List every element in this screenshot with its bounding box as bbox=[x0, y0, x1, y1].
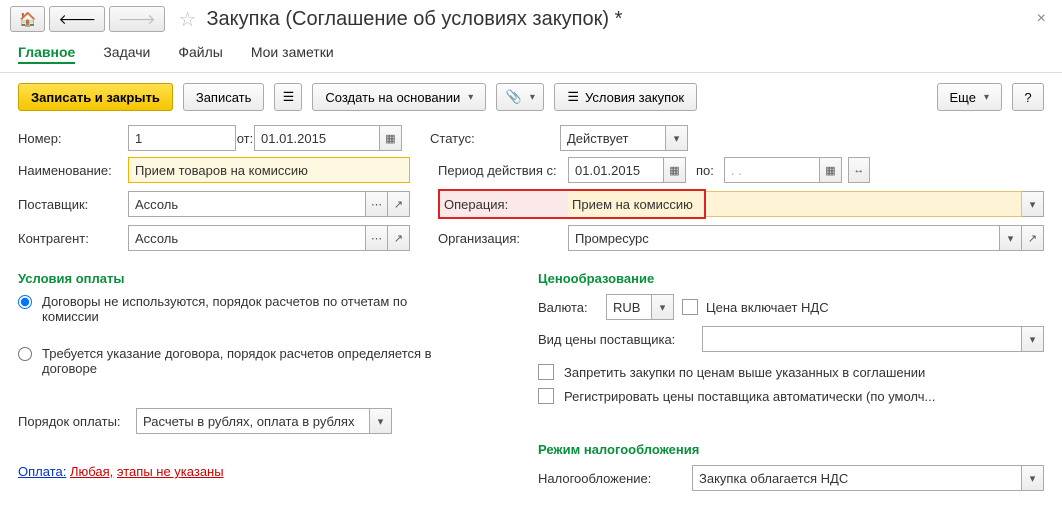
chevron-down-icon[interactable]: ▾ bbox=[666, 125, 688, 151]
tab-files[interactable]: Файлы bbox=[178, 42, 222, 64]
pricetype-select[interactable] bbox=[702, 326, 1022, 352]
operation-value: Прием на комиссию bbox=[568, 189, 706, 219]
number-input[interactable]: 1 bbox=[128, 125, 236, 151]
payment-stages-link[interactable]: этапы не указаны bbox=[117, 464, 224, 479]
close-button[interactable]: × bbox=[1031, 10, 1052, 28]
supplier-label: Поставщик: bbox=[18, 197, 128, 212]
currency-label: Валюта: bbox=[538, 300, 598, 315]
period-from-input[interactable]: 01.01.2015 bbox=[568, 157, 664, 183]
open-icon[interactable]: ↗ bbox=[388, 225, 410, 251]
tab-notes[interactable]: Мои заметки bbox=[251, 42, 334, 64]
name-input[interactable]: Прием товаров на комиссию bbox=[128, 157, 410, 183]
operation-select-ext[interactable] bbox=[706, 191, 1022, 217]
supplier-input[interactable]: Ассоль bbox=[128, 191, 366, 217]
tax-label: Налогообложение: bbox=[538, 471, 684, 486]
help-button[interactable]: ? bbox=[1012, 83, 1044, 111]
operation-label: Операция: bbox=[438, 189, 568, 219]
chevron-down-icon[interactable]: ▾ bbox=[652, 294, 674, 320]
chevron-down-icon[interactable]: ▾ bbox=[1022, 191, 1044, 217]
forbid-higher-checkbox[interactable] bbox=[538, 364, 554, 380]
pricetype-label: Вид цены поставщика: bbox=[538, 332, 694, 347]
favorite-icon[interactable]: ☆ bbox=[179, 7, 197, 32]
attach-button[interactable]: 📎 bbox=[496, 83, 544, 111]
number-label: Номер: bbox=[18, 131, 128, 146]
swap-icon[interactable]: ↔ bbox=[848, 157, 870, 183]
chevron-down-icon[interactable]: ▾ bbox=[370, 408, 392, 434]
from-date-input[interactable]: 01.01.2015 bbox=[254, 125, 380, 151]
payment-any-link[interactable]: Любая, bbox=[70, 464, 113, 479]
home-button[interactable]: 🏠 bbox=[10, 6, 45, 32]
open-icon[interactable]: ↗ bbox=[1022, 225, 1044, 251]
period-label: Период действия с: bbox=[438, 163, 568, 178]
radio-contract-required[interactable] bbox=[18, 347, 32, 361]
status-label: Статус: bbox=[430, 131, 560, 146]
calendar-icon[interactable]: ▦ bbox=[380, 125, 402, 151]
chevron-down-icon[interactable]: ▾ bbox=[1000, 225, 1022, 251]
period-to-input[interactable]: . . bbox=[724, 157, 820, 183]
contragent-label: Контрагент: bbox=[18, 231, 128, 246]
page-title: Закупка (Соглашение об условиях закупок)… bbox=[206, 8, 622, 31]
register-auto-checkbox[interactable] bbox=[538, 388, 554, 404]
payment-section-title: Условия оплаты bbox=[18, 257, 528, 294]
save-close-button[interactable]: Записать и закрыть bbox=[18, 83, 173, 111]
conditions-button[interactable]: ☰ Условия закупок bbox=[554, 83, 697, 111]
calendar-icon[interactable]: ▦ bbox=[820, 157, 842, 183]
org-input[interactable]: Промресурс bbox=[568, 225, 1000, 251]
tax-select[interactable]: Закупка облагается НДС bbox=[692, 465, 1022, 491]
create-based-button[interactable]: Создать на основании bbox=[312, 83, 486, 111]
forbid-higher-label: Запретить закупки по ценам выше указанны… bbox=[564, 365, 925, 380]
tab-tasks[interactable]: Задачи bbox=[103, 42, 150, 64]
save-button[interactable]: Записать bbox=[183, 83, 265, 111]
contragent-input[interactable]: Ассоль bbox=[128, 225, 366, 251]
payment-link[interactable]: Оплата: bbox=[18, 464, 66, 479]
org-label: Организация: bbox=[438, 231, 568, 246]
pricing-section-title: Ценообразование bbox=[538, 257, 1044, 294]
vat-included-label: Цена включает НДС bbox=[706, 300, 829, 315]
radio-no-contracts-label: Договоры не используются, порядок расчет… bbox=[42, 294, 462, 324]
name-label: Наименование: bbox=[18, 163, 128, 178]
list-icon-button[interactable]: ☰ bbox=[274, 83, 302, 111]
ellipsis-icon[interactable]: ⋯ bbox=[366, 225, 388, 251]
currency-select[interactable]: RUB bbox=[606, 294, 652, 320]
from-label: от: bbox=[236, 131, 254, 146]
back-button[interactable]: 🡐 bbox=[49, 6, 105, 32]
chevron-down-icon[interactable]: ▾ bbox=[1022, 465, 1044, 491]
payment-order-select[interactable]: Расчеты в рублях, оплата в рублях bbox=[136, 408, 370, 434]
more-button[interactable]: Еще bbox=[937, 83, 1002, 111]
calendar-icon[interactable]: ▦ bbox=[664, 157, 686, 183]
forward-button[interactable]: 🡒 bbox=[109, 6, 165, 32]
payment-order-label: Порядок оплаты: bbox=[18, 414, 136, 429]
status-select[interactable]: Действует bbox=[560, 125, 666, 151]
vat-included-checkbox[interactable] bbox=[682, 299, 698, 315]
to-label: по: bbox=[686, 163, 724, 178]
open-icon[interactable]: ↗ bbox=[388, 191, 410, 217]
ellipsis-icon[interactable]: ⋯ bbox=[366, 191, 388, 217]
radio-no-contracts[interactable] bbox=[18, 295, 32, 309]
tab-main[interactable]: Главное bbox=[18, 42, 75, 64]
radio-contract-required-label: Требуется указание договора, порядок рас… bbox=[42, 346, 462, 376]
register-auto-label: Регистрировать цены поставщика автоматич… bbox=[564, 389, 935, 404]
chevron-down-icon[interactable]: ▾ bbox=[1022, 326, 1044, 352]
tax-section-title: Режим налогообложения bbox=[538, 412, 1044, 465]
